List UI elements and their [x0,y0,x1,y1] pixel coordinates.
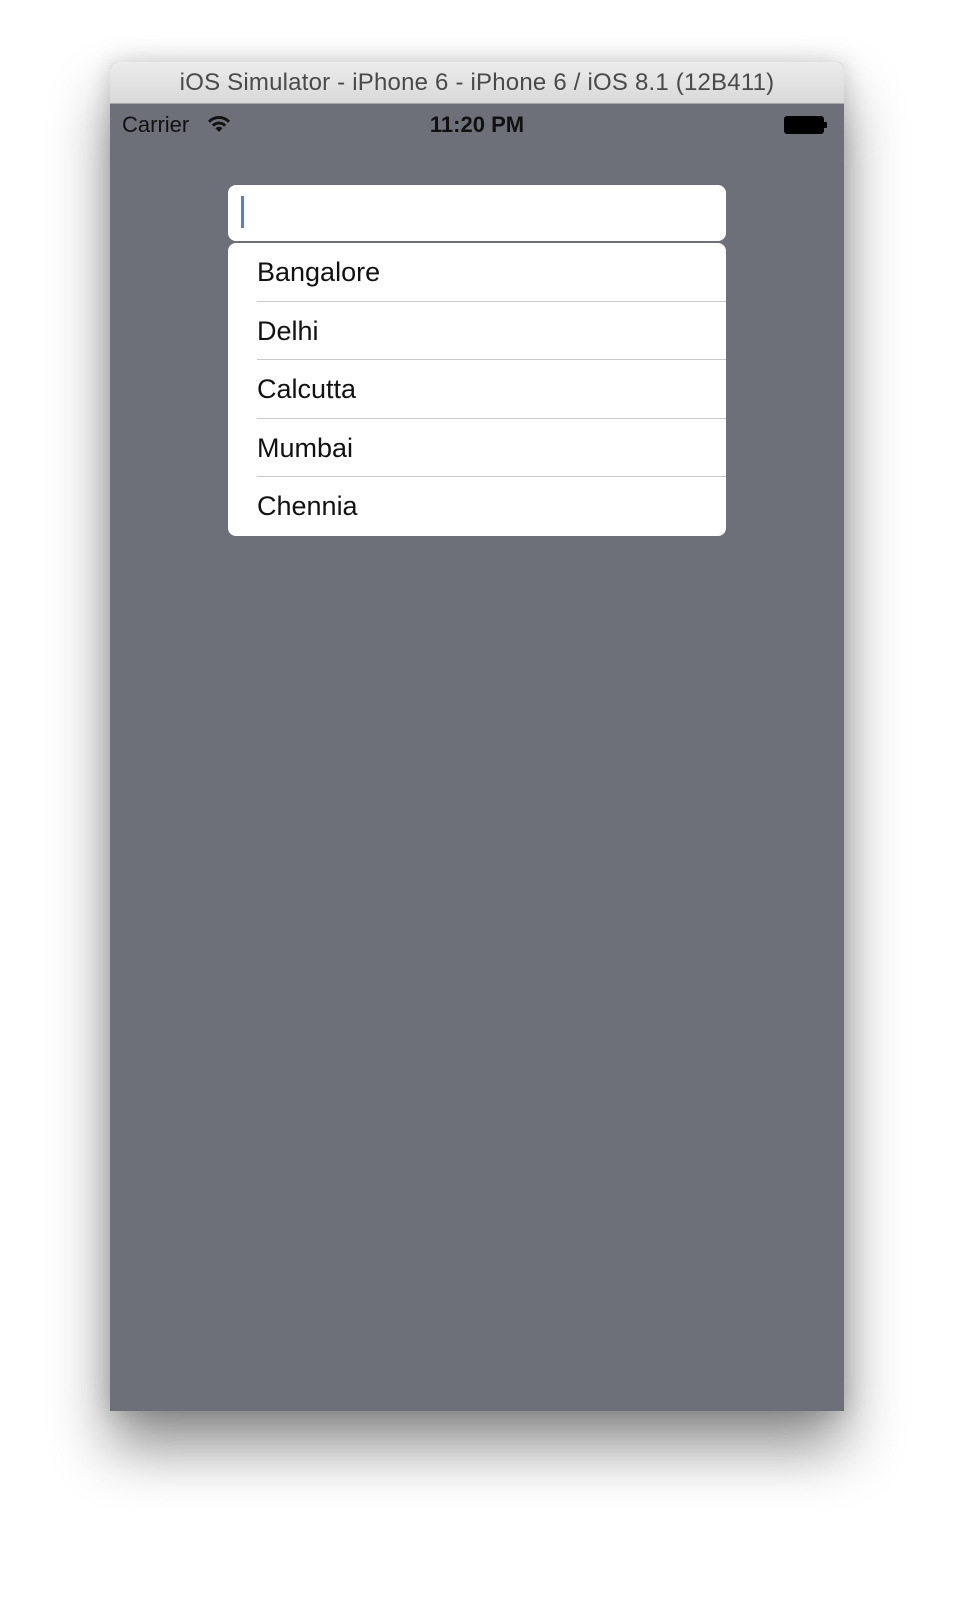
text-caret [241,196,244,228]
dropdown-item-bangalore[interactable]: Bangalore [228,243,726,302]
dropdown-item-label: Calcutta [257,374,357,405]
dropdown-item-label: Mumbai [257,432,354,463]
dropdown-item-chennia[interactable]: Chennia [228,477,726,536]
status-bar: Carrier 11:20 PM [110,104,844,144]
title-bar[interactable]: iOS Simulator - iPhone 6 - iPhone 6 / iO… [110,62,844,104]
dropdown-item-label: Delhi [257,315,319,346]
window-title: iOS Simulator - iPhone 6 - iPhone 6 / iO… [179,68,775,96]
search-input[interactable] [228,185,726,241]
dropdown-item-calcutta[interactable]: Calcutta [228,360,726,419]
dropdown-item-label: Chennia [257,491,358,522]
battery-icon [784,116,828,134]
dropdown-item-delhi[interactable]: Delhi [228,302,726,361]
status-time: 11:20 PM [429,112,525,137]
simulator-window: iOS Simulator - iPhone 6 - iPhone 6 / iO… [110,62,844,1411]
dropdown-item-mumbai[interactable]: Mumbai [228,419,726,478]
autocomplete-dropdown: Bangalore Delhi Calcutta Mumbai Chennia [228,243,726,536]
device-screen: Carrier 11:20 PM Bangalore Delhi Calcutt… [110,104,844,1411]
dropdown-item-label: Bangalore [257,257,381,287]
